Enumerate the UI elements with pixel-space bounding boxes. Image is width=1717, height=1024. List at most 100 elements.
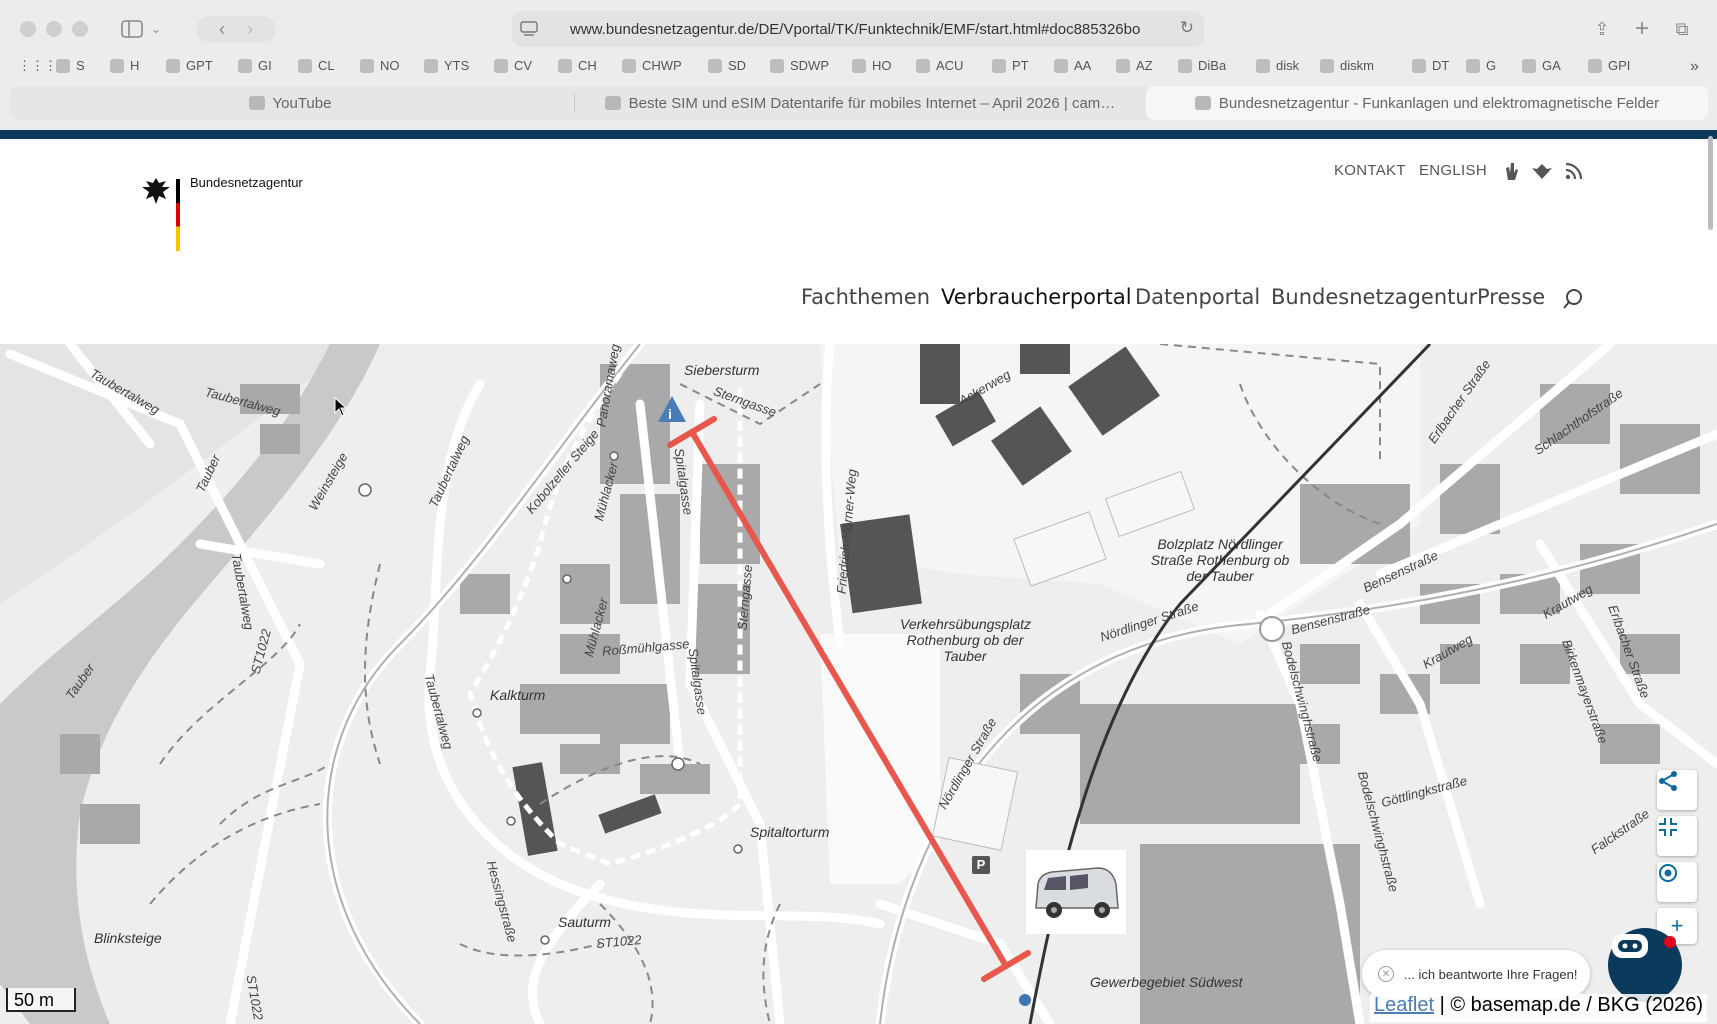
bookmark-item[interactable]: GI — [238, 58, 272, 73]
page-settings-icon[interactable] — [520, 21, 538, 37]
locate-me-button[interactable] — [1657, 862, 1697, 902]
chevron-down-icon: ⌄ — [150, 22, 162, 36]
bookmark-item[interactable]: SDWP — [770, 58, 829, 73]
forward-icon[interactable]: › — [247, 19, 253, 40]
bookmark-item[interactable]: CV — [494, 58, 532, 73]
bookmark-favicon — [1320, 58, 1334, 73]
bookmark-favicon — [166, 58, 180, 73]
kontakt-link[interactable]: KONTAKT — [1334, 162, 1406, 179]
sidebar-icon — [121, 20, 143, 38]
browser-chrome: ⌄ ‹ › www.bundesnetzagentur.de/DE/Vporta… — [0, 0, 1717, 130]
share-page-button[interactable]: ⇪ — [1588, 16, 1616, 42]
roundabout — [1259, 616, 1285, 642]
bookmark-item[interactable]: G — [1466, 58, 1496, 73]
sidebar-toggle-button[interactable]: ⌄ — [116, 16, 166, 42]
attribution-text: | © basemap.de / BKG (2026) — [1434, 994, 1704, 1016]
field-area — [820, 634, 940, 884]
bookmark-item[interactable]: PT — [992, 58, 1029, 73]
notification-dot — [1664, 936, 1676, 948]
bookmark-item[interactable]: CHWP — [622, 58, 682, 73]
bookmark-item[interactable]: HO — [852, 58, 892, 73]
place-label: Bolzplatz Nördlinger Straße Rothenburg o… — [1150, 536, 1290, 584]
place-label: Spitaltorturm — [750, 824, 830, 840]
bookmark-item[interactable]: S — [56, 58, 85, 73]
apps-grid-icon[interactable]: ⋮⋮⋮ — [18, 58, 57, 74]
site-logo[interactable]: Bundesnetzagentur — [140, 175, 320, 255]
tab-overview-button[interactable]: ⧉ — [1668, 16, 1696, 42]
easy-language-icon[interactable] — [1529, 162, 1555, 180]
nav-fachthemen[interactable]: Fachthemen — [801, 285, 930, 309]
share-map-button[interactable] — [1657, 770, 1697, 810]
place-label: Sauturm — [558, 914, 611, 930]
logo-text: Bundesnetzagentur — [190, 175, 303, 190]
plus-icon: + — [1634, 15, 1649, 42]
measurement-vehicle-marker[interactable] — [1026, 850, 1126, 934]
bookmark-item[interactable]: GA — [1522, 58, 1561, 73]
bookmark-item[interactable]: DiBa — [1178, 58, 1226, 73]
bookmark-item[interactable]: GPT — [166, 58, 213, 73]
tab-sim-tarife[interactable]: Beste SIM und eSIM Datentarife für mobil… — [580, 86, 1140, 120]
more-bookmarks-icon[interactable]: » — [1690, 58, 1699, 76]
bookmark-item[interactable]: diskm — [1320, 58, 1374, 73]
bookmark-favicon — [852, 58, 866, 73]
map-view[interactable]: i Taubertalweg Taubertalweg Taubertalweg… — [0, 344, 1717, 1024]
place-label: Siebersturm — [684, 362, 760, 378]
map-tiles: i — [0, 344, 1717, 1024]
bookmark-item[interactable]: AA — [1054, 58, 1091, 73]
bookmark-favicon — [1412, 58, 1426, 73]
bookmark-item[interactable]: NO — [360, 58, 400, 73]
zoom-window-button[interactable] — [72, 21, 88, 37]
bookmark-item[interactable]: DT — [1412, 58, 1449, 73]
tab-divider — [574, 94, 575, 112]
header-stripe — [0, 130, 1717, 139]
bookmark-item[interactable]: CL — [298, 58, 335, 73]
bookmark-favicon — [298, 58, 312, 73]
bookmark-favicon — [1466, 58, 1480, 73]
place-label: Gewerbegebiet Südwest — [1090, 974, 1243, 990]
bookmark-favicon — [1116, 58, 1130, 73]
bookmark-item[interactable]: disk — [1256, 58, 1299, 73]
place-label: Blinksteige — [94, 930, 162, 946]
bookmark-item[interactable]: H — [110, 58, 139, 73]
reload-icon[interactable]: ↻ — [1180, 18, 1194, 38]
leaflet-link[interactable]: Leaflet — [1374, 994, 1434, 1016]
tab-bundesnetzagentur[interactable]: Bundesnetzagentur - Funkanlagen und elek… — [1146, 86, 1708, 120]
sign-language-icon[interactable] — [1502, 160, 1520, 182]
fullscreen-exit-button[interactable] — [1657, 816, 1697, 856]
nav-bundesnetzagentur[interactable]: Bundesnetzagentur — [1271, 285, 1477, 309]
bookmark-item[interactable]: SD — [708, 58, 746, 73]
nav-verbraucherportal[interactable]: Verbraucherportal — [941, 285, 1132, 309]
chat-prompt-bubble[interactable]: ✕ ... ich beantworte Ihre Fragen! — [1362, 950, 1590, 998]
bookmark-item[interactable]: CH — [558, 58, 597, 73]
mouse-cursor-icon — [334, 397, 348, 417]
bookmark-item[interactable]: ACU — [916, 58, 963, 73]
search-icon[interactable] — [1562, 288, 1584, 310]
nav-presse[interactable]: Presse — [1477, 285, 1545, 309]
back-icon[interactable]: ‹ — [219, 19, 225, 40]
collapse-icon — [1659, 818, 1677, 836]
bookmark-favicon — [56, 58, 70, 73]
english-link[interactable]: ENGLISH — [1419, 162, 1487, 179]
eagle-favicon — [1194, 96, 1211, 110]
scale-bar: 50 m — [6, 988, 76, 1012]
svg-text:i: i — [668, 406, 672, 422]
chatbot-button[interactable] — [1608, 928, 1682, 1002]
tabs-icon: ⧉ — [1675, 18, 1689, 39]
tab-youtube[interactable]: YouTube — [10, 86, 570, 120]
bookmark-item[interactable]: AZ — [1116, 58, 1153, 73]
page-scrollbar[interactable] — [1708, 136, 1713, 230]
address-bar[interactable]: www.bundesnetzagentur.de/DE/Vportal/TK/F… — [512, 11, 1204, 47]
bookmark-favicon — [992, 58, 1006, 73]
close-window-button[interactable] — [20, 21, 36, 37]
minimize-window-button[interactable] — [46, 21, 62, 37]
nav-datenportal[interactable]: Datenportal — [1135, 285, 1260, 309]
new-tab-button[interactable]: + — [1628, 15, 1656, 42]
rss-icon[interactable] — [1565, 162, 1583, 180]
parking-marker[interactable]: P — [972, 856, 990, 874]
chat-prompt-text: ... ich beantworte Ihre Fragen! — [1404, 966, 1578, 982]
bookmark-item[interactable]: GPI — [1588, 58, 1630, 73]
bookmark-favicon — [1054, 58, 1068, 73]
close-icon[interactable]: ✕ — [1378, 966, 1394, 982]
bookmark-favicon — [916, 58, 930, 73]
bookmark-item[interactable]: YTS — [424, 58, 469, 73]
